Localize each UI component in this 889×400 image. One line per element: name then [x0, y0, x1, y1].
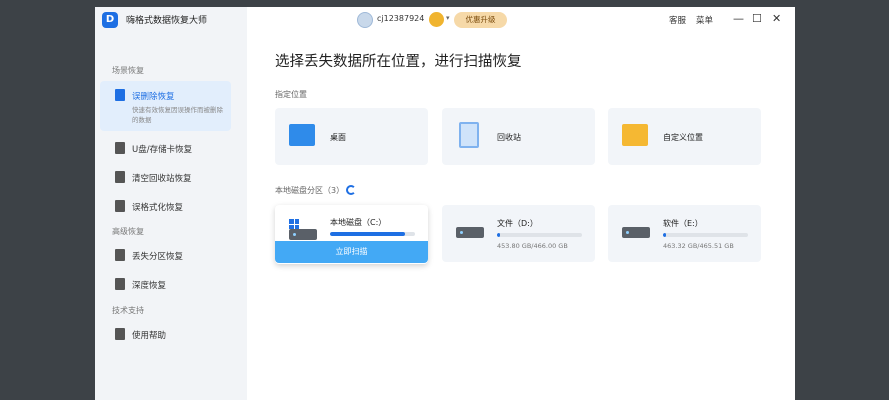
location-label: 桌面: [330, 133, 346, 142]
disk-name: 软件（E:）: [663, 219, 703, 228]
title-bar: cj12387924 ▾ 优惠升级 客服 菜单 — ☐ ✕: [95, 7, 795, 33]
sidebar-item-label: 误删除恢复: [132, 92, 175, 102]
refresh-icon[interactable]: [346, 185, 356, 195]
upgrade-button[interactable]: 优惠升级: [454, 12, 507, 28]
folder-icon: [622, 124, 648, 146]
locations-label: 指定位置: [275, 90, 307, 99]
group-label-advanced: 高级恢复: [112, 227, 144, 236]
location-label: 自定义位置: [663, 133, 703, 142]
sidebar-item-label: 误格式化恢复: [132, 203, 184, 213]
disks-label: 本地磁盘分区（3）: [275, 186, 345, 195]
vip-icon[interactable]: [429, 12, 444, 27]
disk-usage-bar: [663, 233, 748, 237]
sidebar-item-accidental-delete[interactable]: 误删除恢复 快速有效恢复因误操作而被删除的数据: [100, 81, 231, 131]
location-card-recycle-bin[interactable]: 回收站: [442, 108, 595, 165]
location-card-desktop[interactable]: 桌面: [275, 108, 428, 165]
app-window: D 嗨格式数据恢复大师 场景恢复 误删除恢复 快速有效恢复因误操作而被删除的数据…: [95, 7, 795, 400]
hard-drive-icon: [622, 227, 650, 238]
sidebar-item-label: 清空回收站恢复: [132, 174, 192, 184]
file-icon: [115, 89, 125, 101]
disk-name: 本地磁盘（C:）: [330, 218, 387, 227]
sidebar-item-label: 深度恢复: [132, 281, 167, 291]
disk-card-c[interactable]: 本地磁盘（C:） 立即扫描: [275, 205, 428, 264]
disk-usage-fill: [497, 233, 500, 237]
username[interactable]: cj12387924: [377, 14, 424, 23]
disk-usage-bar: [330, 232, 415, 236]
disk-size: 453.80 GB/466.00 GB: [497, 242, 568, 250]
menu-link[interactable]: 菜单: [696, 14, 713, 26]
scan-now-button[interactable]: 立即扫描: [275, 241, 428, 263]
sidebar-item-lost-partition[interactable]: 丢失分区恢复: [100, 243, 231, 267]
chevron-down-icon[interactable]: ▾: [446, 14, 450, 22]
sidebar: D 嗨格式数据恢复大师 场景恢复 误删除恢复 快速有效恢复因误操作而被删除的数据…: [95, 7, 247, 400]
disk-usage-bar: [497, 233, 582, 237]
disk-card-e[interactable]: 软件（E:） 463.32 GB/465.51 GB: [608, 205, 761, 262]
disk-usage-fill: [663, 233, 666, 237]
disk-card-d[interactable]: 文件（D:） 453.80 GB/466.00 GB: [442, 205, 595, 262]
sidebar-item-help[interactable]: 使用帮助: [100, 322, 231, 346]
sidebar-item-label: U盘/存储卡恢复: [132, 145, 193, 155]
group-label-support: 技术支持: [112, 306, 144, 315]
sidebar-item-label: 使用帮助: [132, 331, 167, 341]
customer-service-link[interactable]: 客服: [669, 14, 686, 26]
sidebar-item-recycle-bin[interactable]: 清空回收站恢复: [100, 165, 231, 189]
partition-icon: [115, 249, 125, 261]
help-icon: [115, 328, 125, 340]
close-button[interactable]: ✕: [772, 13, 781, 25]
group-label-scene: 场景恢复: [112, 66, 144, 75]
disk-name: 文件（D:）: [497, 219, 538, 228]
format-icon: [115, 200, 125, 212]
disk-size: 463.32 GB/465.51 GB: [663, 242, 734, 250]
recycle-bin-icon: [459, 122, 479, 148]
hard-drive-icon: [289, 229, 317, 240]
minimize-button[interactable]: —: [733, 13, 744, 25]
windows-icon: [289, 219, 299, 229]
sidebar-item-format[interactable]: 误格式化恢复: [100, 194, 231, 218]
sidebar-item-label: 丢失分区恢复: [132, 252, 184, 262]
hard-drive-icon: [456, 227, 484, 238]
location-label: 回收站: [497, 133, 521, 142]
desktop-icon: [289, 124, 315, 146]
maximize-button[interactable]: ☐: [752, 13, 762, 25]
avatar[interactable]: [357, 12, 373, 28]
usb-drive-icon: [115, 142, 125, 154]
sidebar-item-deep[interactable]: 深度恢复: [100, 272, 231, 296]
sidebar-item-description: 快速有效恢复因误操作而被删除的数据: [132, 106, 223, 124]
disk-usage-fill: [330, 232, 405, 236]
sidebar-item-usb[interactable]: U盘/存储卡恢复: [100, 136, 231, 160]
page-title: 选择丢失数据所在位置，进行扫描恢复: [275, 54, 522, 70]
main-content: cj12387924 ▾ 优惠升级 客服 菜单 — ☐ ✕ 选择丢失数据所在位置…: [247, 7, 795, 400]
deep-scan-icon: [115, 278, 125, 290]
trash-icon: [115, 171, 125, 183]
location-card-custom[interactable]: 自定义位置: [608, 108, 761, 165]
